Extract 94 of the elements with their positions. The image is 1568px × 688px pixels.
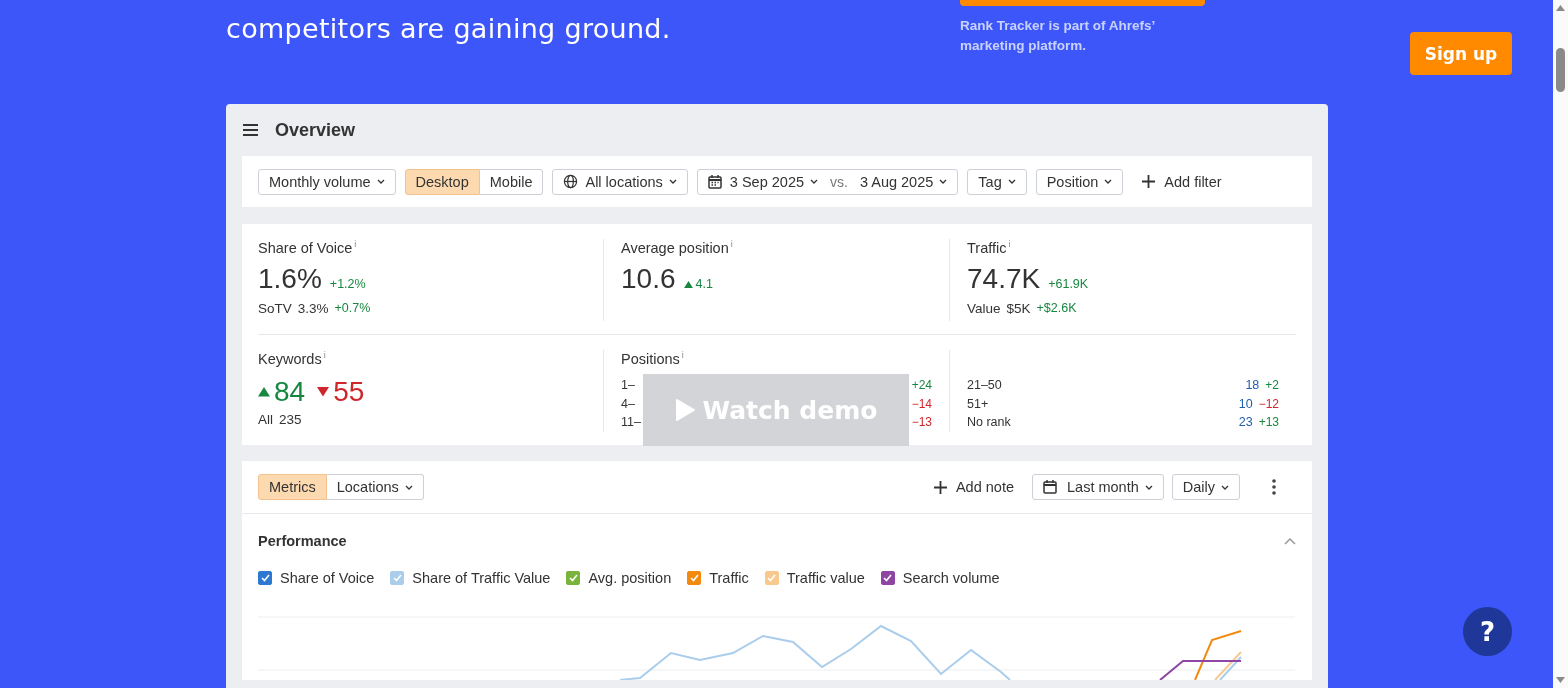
change-value: +$2.6K <box>1036 301 1077 316</box>
section-title: Performance <box>258 533 347 549</box>
gained-keywords: 84 <box>274 376 306 408</box>
plus-icon <box>933 480 947 494</box>
change-value: +24 <box>911 378 932 393</box>
dropdown-button[interactable]: Tag <box>967 168 1027 195</box>
lost-keywords: 55 <box>333 376 365 408</box>
metric-value: 10.6 <box>621 263 676 295</box>
chevron-up-icon[interactable] <box>1284 537 1296 545</box>
calendar-icon <box>707 174 722 189</box>
legend-label: Share of Traffic Value <box>412 570 551 586</box>
interval-dropdown[interactable]: Daily <box>1171 474 1240 500</box>
caret-icon <box>668 179 677 184</box>
change-value: +61.9K <box>1048 277 1089 291</box>
comparison-label: vs. <box>830 173 848 190</box>
period-dropdown[interactable]: Last month <box>1032 474 1164 500</box>
down-triangle-icon <box>317 387 330 397</box>
info-icon[interactable]: i <box>323 350 326 360</box>
segment-tab[interactable]: Mobile <box>479 168 544 195</box>
info-icon[interactable]: i <box>681 350 684 360</box>
change-value: −13 <box>911 415 932 430</box>
caret-icon <box>404 484 413 490</box>
metric-value: 235 <box>279 412 302 427</box>
tab[interactable]: Metrics <box>258 474 327 500</box>
overview-title: Overview <box>275 119 356 141</box>
change-value: +13 <box>1258 415 1279 430</box>
position-range: 4– <box>621 396 635 411</box>
metric-value: 1.6% <box>258 263 322 295</box>
change-value: −14 <box>911 396 932 411</box>
date-dropdown[interactable]: 3 Sep 2025 <box>729 169 819 194</box>
change-value: −12 <box>1258 396 1279 411</box>
segment-tab[interactable]: Desktop <box>404 168 480 195</box>
position-range: 1– <box>621 378 635 393</box>
calendar-icon <box>1043 480 1057 494</box>
metric-label: Value <box>967 301 1001 316</box>
keyword-count: 10 <box>1238 396 1253 411</box>
legend-label: Share of Voice <box>280 570 375 586</box>
info-icon[interactable]: i <box>354 239 357 249</box>
metric-value: 3.3% <box>297 301 329 316</box>
caret-icon <box>810 179 819 184</box>
date-dropdown[interactable]: 3 Aug 2025 <box>859 169 948 194</box>
metric-label: All <box>258 412 273 427</box>
metric-title: Keywords$^{i}$ <box>258 350 327 369</box>
checkbox[interactable] <box>687 571 702 585</box>
position-range: 11– <box>621 415 641 430</box>
menu-icon[interactable] <box>243 124 258 136</box>
checkbox[interactable] <box>566 571 581 585</box>
caret-icon <box>1144 484 1153 490</box>
position-range: 21–50 <box>967 378 1002 393</box>
keyword-count: 18 <box>1245 378 1260 393</box>
tab-dropdown[interactable]: Locations <box>326 474 424 500</box>
metric-value: 74.7K <box>967 263 1041 295</box>
scroll-down-icon[interactable] <box>1553 674 1568 686</box>
caret-icon <box>939 179 948 184</box>
metric-title: Average position$^{i}$ <box>621 239 734 258</box>
info-icon[interactable]: i <box>1008 239 1011 249</box>
scroll-up-icon[interactable] <box>1553 2 1568 14</box>
scrollbar-thumb[interactable] <box>1556 48 1565 92</box>
dropdown-button[interactable]: Position <box>1035 168 1124 195</box>
legend-label: Traffic <box>709 570 749 586</box>
metric-label: SoTV <box>258 301 292 316</box>
caret-icon <box>1104 179 1113 184</box>
legend-label: Avg. position <box>588 570 672 586</box>
change-value: +1.2% <box>329 277 366 291</box>
caret-icon <box>376 179 385 184</box>
help-button[interactable]: ? <box>1463 607 1512 656</box>
hero-headline: competitors are gaining ground. <box>226 12 672 46</box>
change-value: 4.1 <box>695 277 713 292</box>
add-filter-button[interactable]: Add filter <box>1142 169 1222 194</box>
dropdown-button[interactable]: Monthly volume <box>258 168 396 195</box>
up-triangle-icon <box>683 280 693 288</box>
metric-title: Share of Voice$^{i}$ <box>258 239 358 258</box>
caret-icon <box>1221 484 1229 490</box>
add-note-button[interactable]: Add note <box>923 474 1024 500</box>
info-icon[interactable]: i <box>730 239 733 249</box>
change-value: +2 <box>1265 378 1279 393</box>
checkbox[interactable] <box>258 571 272 585</box>
metric-title: Traffic$^{i}$ <box>967 239 1012 258</box>
up-triangle-icon <box>258 387 270 397</box>
metric-title: Positions$^{i}$ <box>621 350 685 369</box>
play-icon <box>674 399 695 421</box>
keyword-count: 23 <box>1238 415 1253 430</box>
legend-label: Search volume <box>902 570 1000 586</box>
metric-value: $5K <box>1006 301 1031 316</box>
platform-note: Rank Tracker is part of Ahrefs’ marketing platform. <box>960 17 1156 55</box>
plus-icon <box>1142 175 1156 188</box>
caret-icon <box>1007 179 1016 184</box>
change-value: +0.7% <box>334 301 371 316</box>
position-range: 51+ <box>967 396 989 411</box>
checkbox[interactable] <box>880 571 895 585</box>
position-range: No rank <box>967 415 1011 430</box>
globe-icon <box>563 174 579 189</box>
legend-label: Traffic value <box>786 570 865 586</box>
location-dropdown[interactable]: All locations <box>552 168 688 195</box>
